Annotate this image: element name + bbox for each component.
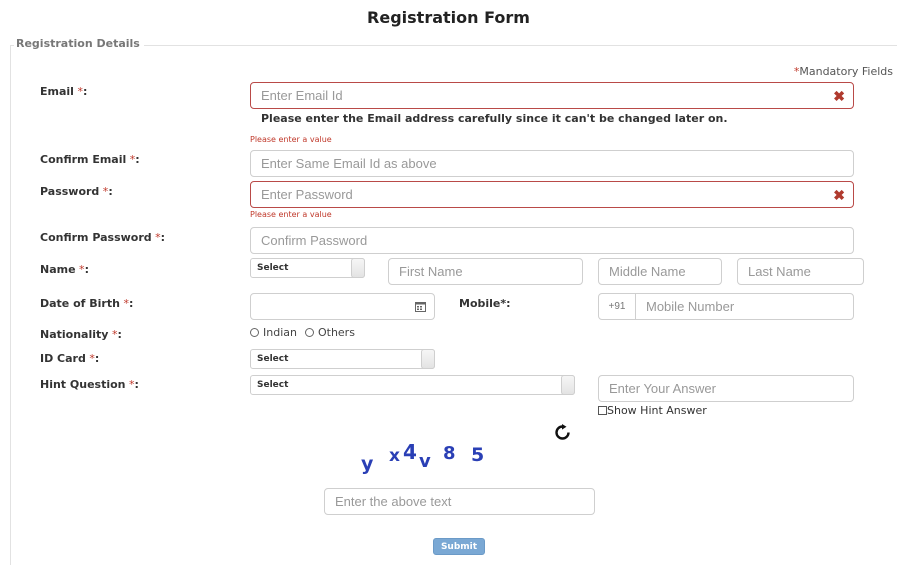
email-note: Please enter the Email address carefully… xyxy=(261,112,728,125)
confirm-email-placeholder: Enter Same Email Id as above xyxy=(261,156,437,171)
captcha-placeholder: Enter the above text xyxy=(335,494,452,509)
confirm-email-field[interactable]: Enter Same Email Id as above xyxy=(250,150,854,177)
section-legend: Registration Details xyxy=(14,37,144,50)
label-colon: : xyxy=(84,263,89,276)
first-name-placeholder: First Name xyxy=(399,264,463,279)
required-marker: * xyxy=(75,263,85,276)
hint-question-select-value: Select xyxy=(257,380,289,390)
captcha-char: x xyxy=(389,446,400,466)
required-marker: * xyxy=(99,185,109,198)
radio-indian[interactable] xyxy=(250,328,259,337)
password-label-text: Password xyxy=(40,185,100,198)
required-marker: * xyxy=(73,85,83,98)
required-marker: * xyxy=(151,231,161,244)
captcha-char: 8 xyxy=(443,443,456,464)
title-select-value: Select xyxy=(257,263,289,273)
email-error: Please enter a value xyxy=(250,135,332,144)
mobile-placeholder: Mobile Number xyxy=(646,299,735,314)
hint-question-label-text: Hint Question xyxy=(40,378,126,391)
captcha-image: y x 4 v 8 5 xyxy=(361,440,501,476)
show-hint-checkbox[interactable] xyxy=(598,406,607,415)
radio-others[interactable] xyxy=(304,328,314,337)
confirm-password-label: Confirm Password *: xyxy=(40,231,165,244)
mandatory-note: *Mandatory Fields xyxy=(794,65,893,78)
dob-field[interactable] xyxy=(250,293,435,320)
page-title: Registration Form xyxy=(367,8,530,27)
mobile-field[interactable]: +91 Mobile Number xyxy=(598,293,854,320)
dropdown-button[interactable] xyxy=(421,349,435,369)
nationality-label: Nationality *: xyxy=(40,328,122,341)
mandatory-text: Mandatory Fields xyxy=(799,65,893,78)
dob-label: Date of Birth *: xyxy=(40,297,133,310)
email-placeholder: Enter Email Id xyxy=(261,88,343,103)
last-name-placeholder: Last Name xyxy=(748,264,811,279)
dropdown-button[interactable] xyxy=(351,258,365,278)
show-hint-label: Show Hint Answer xyxy=(607,404,707,417)
confirm-password-label-text: Confirm Password xyxy=(40,231,152,244)
last-name-field[interactable]: Last Name xyxy=(737,258,864,285)
nationality-label-text: Nationality xyxy=(40,328,109,341)
country-code: +91 xyxy=(599,294,636,319)
captcha-input[interactable]: Enter the above text xyxy=(324,488,595,515)
required-marker: * xyxy=(125,378,135,391)
title-select[interactable]: Select xyxy=(250,258,365,278)
password-field[interactable]: Enter Password ✖ xyxy=(250,181,854,208)
label-colon: : xyxy=(94,352,100,365)
hint-answer-placeholder: Enter Your Answer xyxy=(609,381,716,396)
label-colon: : xyxy=(134,378,139,391)
required-marker: * xyxy=(119,297,129,310)
password-error: Please enter a value xyxy=(250,210,332,219)
dob-label-text: Date of Birth xyxy=(40,297,120,310)
label-colon: : xyxy=(135,153,140,166)
hint-question-label: Hint Question *: xyxy=(40,378,139,391)
nationality-options: Indian Others xyxy=(250,326,355,339)
label-colon: : xyxy=(108,185,113,198)
required-marker: * xyxy=(126,153,136,166)
label-colon: : xyxy=(160,231,166,244)
show-hint-row: Show Hint Answer xyxy=(598,404,707,417)
password-placeholder: Enter Password xyxy=(261,187,353,202)
email-field[interactable]: Enter Email Id ✖ xyxy=(250,82,854,109)
dropdown-button[interactable] xyxy=(561,375,575,395)
email-label: Email *: xyxy=(40,85,87,98)
submit-button[interactable]: Submit xyxy=(433,538,485,555)
captcha-char: 4 xyxy=(403,440,417,464)
email-label-text: Email xyxy=(40,85,74,98)
hint-question-select[interactable]: Select xyxy=(250,375,575,395)
hint-answer-field[interactable]: Enter Your Answer xyxy=(598,375,854,402)
mobile-label: Mobile*: xyxy=(459,297,511,310)
name-label: Name *: xyxy=(40,263,89,276)
refresh-icon[interactable] xyxy=(554,424,571,446)
radio-indian-label: Indian xyxy=(263,326,297,339)
radio-others-label: Others xyxy=(317,326,355,339)
captcha-char: y xyxy=(361,453,374,475)
calendar-icon[interactable] xyxy=(406,294,434,319)
fieldset-border-left xyxy=(10,45,11,565)
middle-name-field[interactable]: Middle Name xyxy=(598,258,722,285)
name-label-text: Name xyxy=(40,263,76,276)
confirm-email-label-text: Confirm Email xyxy=(40,153,127,166)
id-card-label-text: ID Card xyxy=(40,352,86,365)
confirm-password-placeholder: Confirm Password xyxy=(261,233,368,248)
required-marker: * xyxy=(85,352,95,365)
label-colon: : xyxy=(128,297,134,310)
first-name-field[interactable]: First Name xyxy=(388,258,583,285)
id-card-select-value: Select xyxy=(257,354,289,364)
middle-name-placeholder: Middle Name xyxy=(609,264,686,279)
password-label: Password *: xyxy=(40,185,113,198)
label-colon: : xyxy=(117,328,122,341)
close-icon[interactable]: ✖ xyxy=(833,188,845,202)
id-card-select[interactable]: Select xyxy=(250,349,435,369)
label-colon: : xyxy=(82,85,88,98)
captcha-char: v xyxy=(419,451,431,472)
confirm-password-field[interactable]: Confirm Password xyxy=(250,227,854,254)
id-card-label: ID Card *: xyxy=(40,352,99,365)
close-icon[interactable]: ✖ xyxy=(833,89,845,103)
captcha-char: 5 xyxy=(471,444,485,466)
confirm-email-label: Confirm Email *: xyxy=(40,153,140,166)
